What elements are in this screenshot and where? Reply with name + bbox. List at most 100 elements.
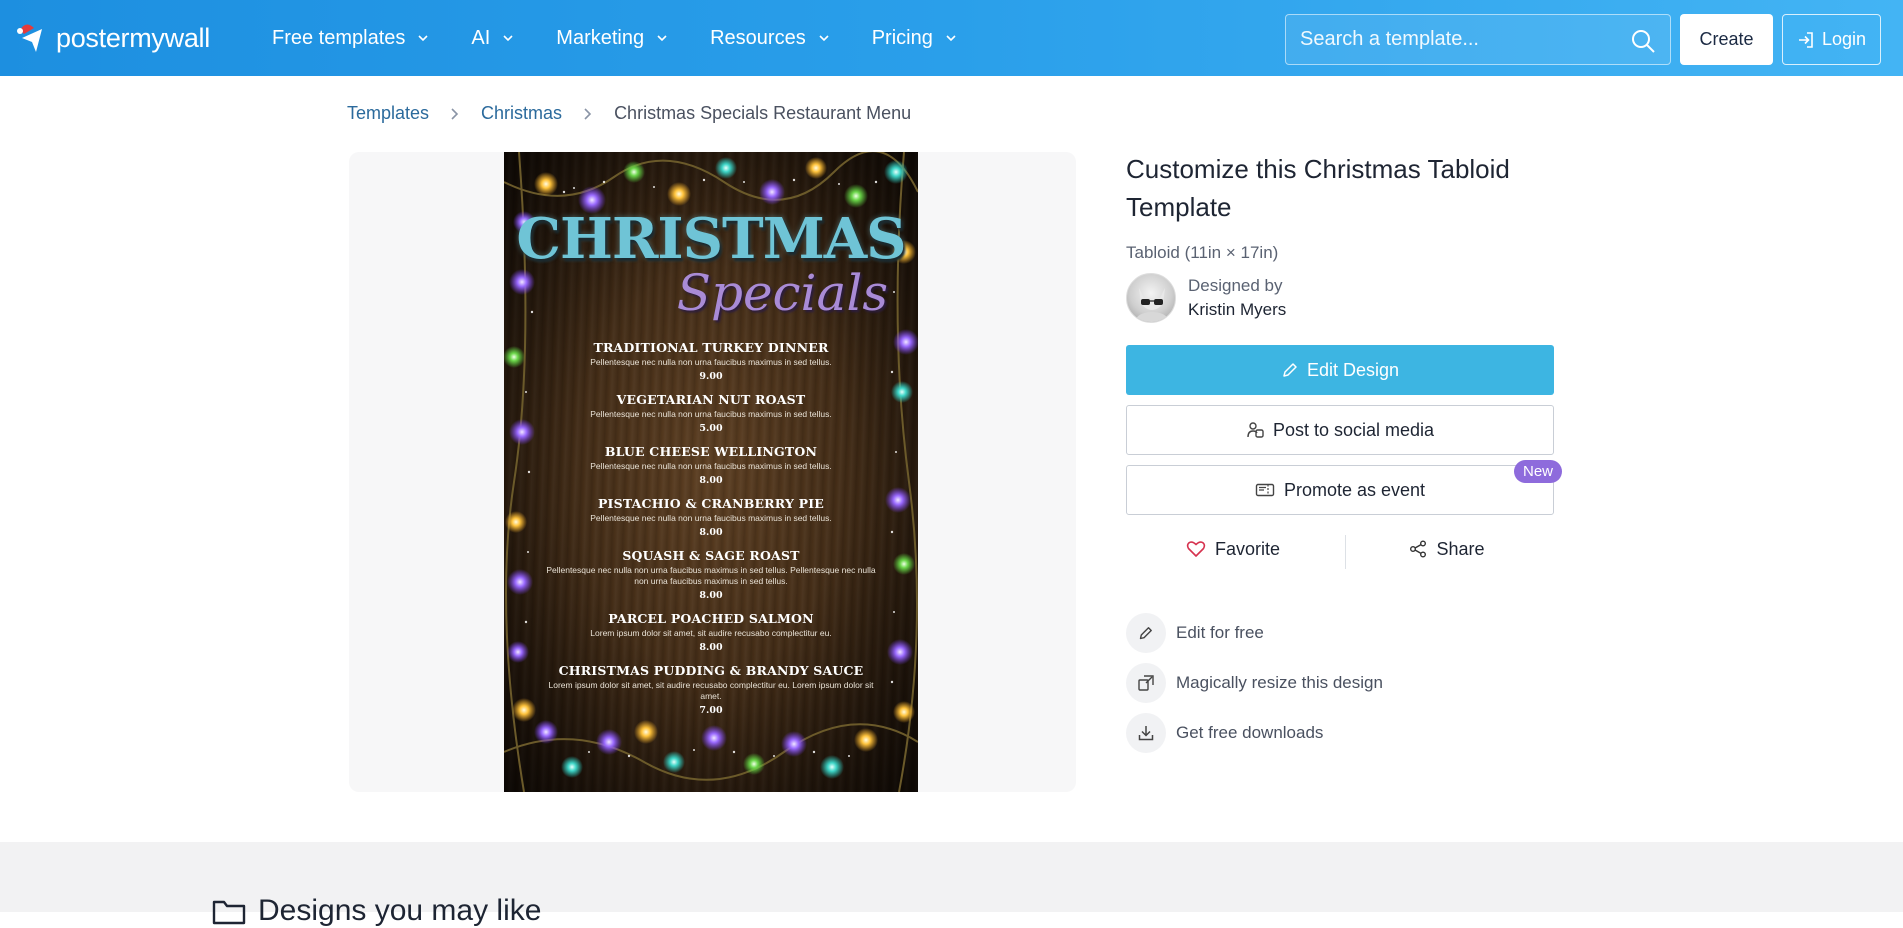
menu-item-desc: Pellentesque nec nulla non urna faucibus… <box>590 513 832 523</box>
nav-pricing[interactable]: Pricing <box>872 27 957 50</box>
nav-ai[interactable]: AI <box>471 27 514 50</box>
share-button[interactable]: Share <box>1340 539 1554 560</box>
folder-icon <box>212 900 246 925</box>
breadcrumb-christmas[interactable]: Christmas <box>481 103 562 124</box>
menu-item-price: 9.00 <box>699 371 723 382</box>
edit-design-label: Edit Design <box>1306 359 1400 380</box>
login-button[interactable]: Login <box>1782 14 1881 65</box>
main-nav: Free templates AI Marketing Resources Pr… <box>272 0 999 76</box>
designed-by-label: Designed by <box>1188 276 1283 295</box>
resize-icon <box>1126 663 1166 703</box>
avatar[interactable] <box>1126 273 1176 323</box>
favorite-button[interactable]: Favorite <box>1126 539 1340 560</box>
promote-event-button[interactable]: Promote as event New <box>1126 460 1562 515</box>
menu-item-desc: Lorem ipsum dolor sit amet, sit audire r… <box>548 680 874 701</box>
menu-item-name: CHRISTMAS PUDDING & BRANDY SAUCE <box>558 663 864 678</box>
chevron-down-icon <box>946 35 956 42</box>
chevron-right-icon <box>451 107 459 120</box>
menu-item: CHRISTMAS PUDDING & BRANDY SAUCE Lorem i… <box>544 663 878 716</box>
promote-event-label: Promote as event <box>1283 479 1426 500</box>
menu-item-name: TRADITIONAL TURKEY DINNER <box>593 340 829 355</box>
favorite-share-row: Favorite Share <box>1126 529 1554 569</box>
post-to-social-label: Post to social media <box>1272 419 1435 440</box>
menu-item: VEGETARIAN NUT ROAST Pellentesque nec nu… <box>544 392 878 434</box>
nav-label: Pricing <box>871 26 933 49</box>
chevron-down-icon <box>819 35 829 42</box>
chevron-right-icon <box>584 107 592 120</box>
menu-item-price: 5.00 <box>699 423 723 434</box>
menu-item: PISTACHIO & CRANBERRY PIE Pellentesque n… <box>544 496 878 538</box>
nav-label: Free templates <box>272 26 406 49</box>
feature-edit-free: Edit for free <box>1126 613 1556 653</box>
pencil-icon <box>1283 363 1297 377</box>
designer-info[interactable]: Designed by Kristin Myers <box>1126 273 1556 323</box>
designs-you-may-like-heading: Designs you may like <box>212 894 541 928</box>
nav-label: Resources <box>710 26 806 49</box>
search-input[interactable] <box>1300 28 1620 51</box>
feature-label: Magically resize this design <box>1176 673 1383 692</box>
menu-item-price: 8.00 <box>699 642 723 653</box>
feature-list: Edit for free Magically resize this desi… <box>1126 613 1556 753</box>
menu-item-desc: Pellentesque nec nulla non urna faucibus… <box>590 357 832 367</box>
poster-title: CHRISTMAS <box>516 206 906 272</box>
new-badge: New <box>1513 460 1562 483</box>
section-title: Designs you may like <box>258 894 542 927</box>
poster-menu: TRADITIONAL TURKEY DINNER Pellentesque n… <box>544 340 878 726</box>
menu-item-desc: Lorem ipsum dolor sit amet, sit audire r… <box>590 628 832 638</box>
edit-design-button[interactable]: Edit Design <box>1126 345 1554 395</box>
login-label: Login <box>1821 29 1867 49</box>
menu-item-price: 8.00 <box>699 527 723 538</box>
search-box <box>1285 14 1671 65</box>
favorite-label: Favorite <box>1214 538 1281 559</box>
feature-downloads: Get free downloads <box>1126 713 1556 753</box>
chevron-down-icon <box>418 35 428 42</box>
menu-item-price: 8.00 <box>699 475 723 486</box>
cat-avatar-icon <box>1136 288 1168 322</box>
feature-resize: Magically resize this design <box>1126 663 1556 703</box>
feature-label: Edit for free <box>1176 623 1264 642</box>
template-preview-image[interactable]: CHRISTMAS Specials TRADITIONAL TURKEY DI… <box>504 152 918 792</box>
menu-item-name: BLUE CHEESE WELLINGTON <box>604 444 818 459</box>
top-navbar: postermywall Free templates AI Marketing… <box>0 0 1903 76</box>
share-icon <box>1410 540 1427 558</box>
chevron-down-icon <box>657 35 667 42</box>
page-title: Customize this Christmas Tabloid Templat… <box>1126 154 1510 222</box>
designer-name[interactable]: Kristin Myers <box>1188 300 1286 320</box>
menu-item: TRADITIONAL TURKEY DINNER Pellentesque n… <box>544 340 878 382</box>
nav-label: Marketing <box>556 26 645 49</box>
logo[interactable]: postermywall <box>16 20 210 56</box>
chevron-down-icon <box>503 35 513 42</box>
menu-item-name: VEGETARIAN NUT ROAST <box>616 392 806 407</box>
menu-item-name: PISTACHIO & CRANBERRY PIE <box>597 496 825 511</box>
menu-item: SQUASH & SAGE ROAST Pellentesque nec nul… <box>544 548 878 601</box>
download-icon <box>1126 713 1166 753</box>
poster-subtitle: Specials <box>676 264 888 322</box>
login-icon <box>1798 31 1813 48</box>
social-post-icon <box>1247 422 1264 438</box>
post-to-social-button[interactable]: Post to social media <box>1126 405 1554 455</box>
menu-item: BLUE CHEESE WELLINGTON Pellentesque nec … <box>544 444 878 486</box>
logo-icon <box>16 20 52 56</box>
feature-label: Get free downloads <box>1176 723 1324 742</box>
menu-item-price: 8.00 <box>699 590 723 601</box>
template-size: Tabloid (11in × 17in) <box>1126 243 1279 262</box>
nav-resources[interactable]: Resources <box>710 27 830 50</box>
breadcrumb: Templates Christmas Christmas Specials R… <box>347 103 911 124</box>
menu-item-name: PARCEL POACHED SALMON <box>608 611 814 626</box>
search-icon[interactable] <box>1630 28 1656 54</box>
breadcrumb-templates[interactable]: Templates <box>347 103 429 124</box>
share-label: Share <box>1436 538 1485 559</box>
menu-item: PARCEL POACHED SALMON Lorem ipsum dolor … <box>544 611 878 653</box>
menu-item-desc: Pellentesque nec nulla non urna faucibus… <box>546 565 876 586</box>
heart-icon <box>1186 541 1206 557</box>
divider <box>1345 535 1346 569</box>
nav-free-templates[interactable]: Free templates <box>272 27 429 50</box>
breadcrumb-current: Christmas Specials Restaurant Menu <box>614 103 912 123</box>
logo-text: postermywall <box>56 22 210 53</box>
nav-label: AI <box>471 26 491 49</box>
pencil-icon <box>1126 613 1166 653</box>
menu-item-desc: Pellentesque nec nulla non urna faucibus… <box>590 409 832 419</box>
nav-marketing[interactable]: Marketing <box>556 27 668 50</box>
ticket-icon <box>1255 483 1275 497</box>
create-button[interactable]: Create <box>1680 14 1773 65</box>
